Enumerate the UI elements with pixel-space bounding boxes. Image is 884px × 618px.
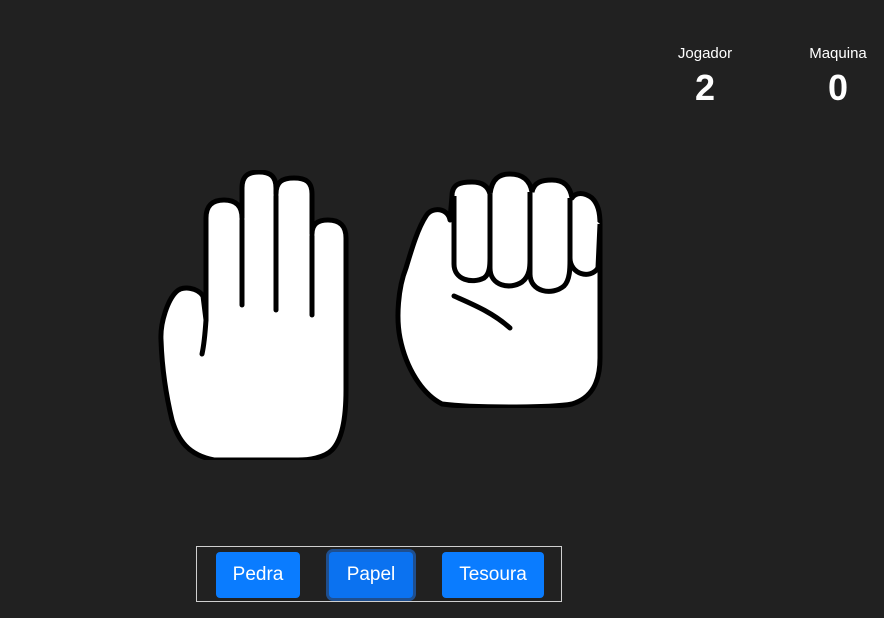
- player-score-label: Jogador: [677, 45, 733, 62]
- machine-score-label: Maquina: [809, 45, 867, 62]
- paper-button[interactable]: Papel: [329, 552, 413, 598]
- scoreboard: Jogador 2 Maquina 0: [660, 44, 884, 124]
- rock-fist-drawing: [395, 171, 603, 410]
- finger-1: [451, 194, 493, 284]
- rock-fist-icon: [392, 168, 606, 410]
- finger-2: [487, 192, 533, 289]
- palm-outline: [158, 169, 349, 463]
- choice-button-panel: Pedra Papel Tesoura: [196, 546, 562, 602]
- scissors-button[interactable]: Tesoura: [442, 552, 544, 598]
- machine-score-value: 0: [827, 67, 849, 108]
- rock-button[interactable]: Pedra: [216, 552, 300, 598]
- finger-3: [527, 192, 573, 294]
- paper-hand-drawing: [158, 169, 349, 463]
- paper-hand-icon: [158, 169, 350, 463]
- machine-score-column: Maquina 0: [788, 44, 884, 110]
- player-score-column: Jogador 2: [655, 44, 755, 110]
- player-score-value: 2: [694, 67, 716, 108]
